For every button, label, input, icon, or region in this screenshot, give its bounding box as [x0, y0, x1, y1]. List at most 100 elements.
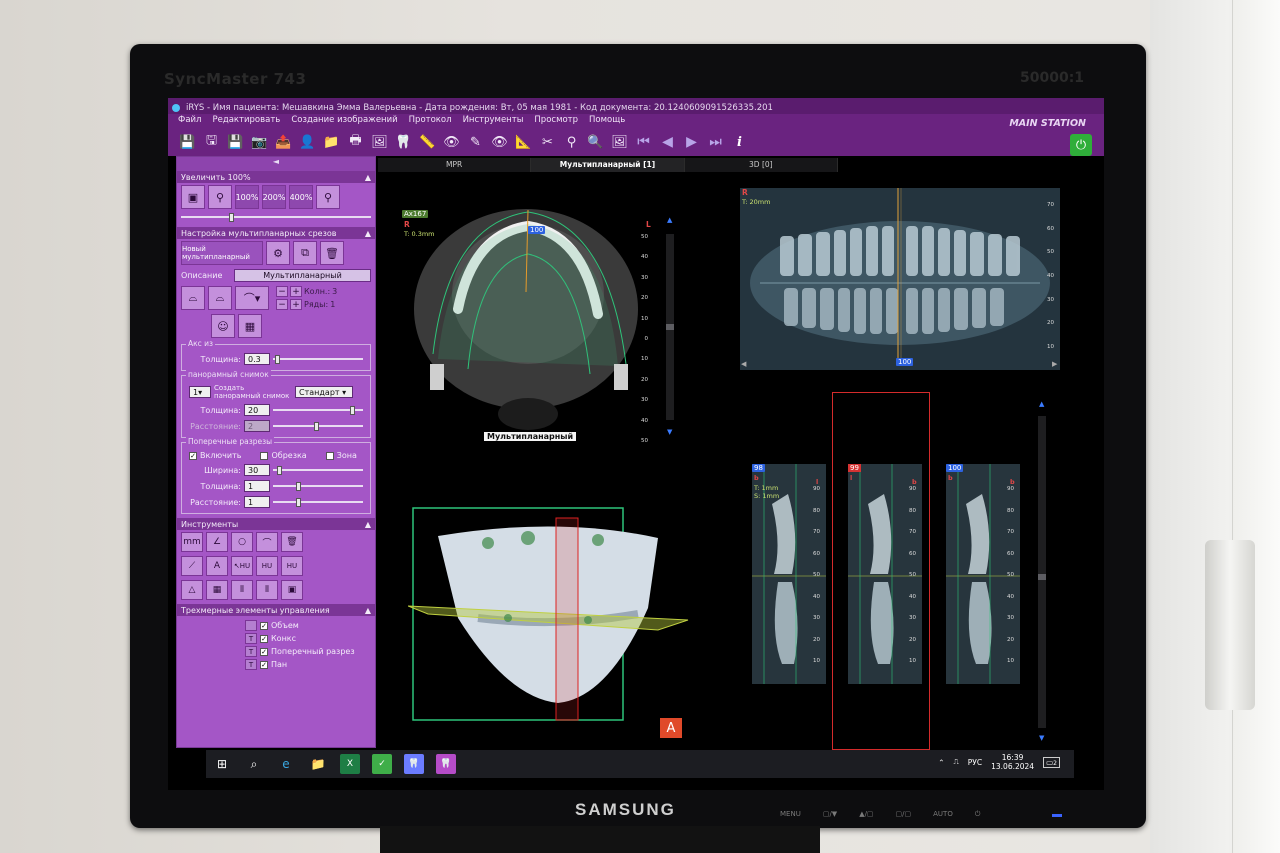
camera-icon[interactable]: 📷: [250, 133, 269, 152]
cols-minus-button[interactable]: −: [276, 286, 288, 297]
rows-minus-button[interactable]: −: [276, 299, 288, 310]
excel-icon[interactable]: X: [340, 754, 360, 774]
patient-icon[interactable]: 👤: [298, 133, 317, 152]
panorama-scroll-right-icon[interactable]: ▶: [1052, 360, 1057, 368]
zoom-200-button[interactable]: 200%: [262, 185, 286, 209]
threed-text-toggle[interactable]: T: [245, 659, 257, 670]
delete-tool-icon[interactable]: 🗑: [281, 532, 303, 552]
monitor-button-4[interactable]: ▢/▢: [896, 810, 912, 819]
text-tool-icon[interactable]: A: [206, 556, 228, 576]
threed-checkbox[interactable]: ✓: [260, 660, 268, 669]
cross-width-field[interactable]: 30: [244, 464, 270, 476]
hu-pointer-icon[interactable]: ↖HU: [231, 556, 253, 576]
panorama-distance-slider[interactable]: [273, 422, 363, 431]
angle-tool-icon[interactable]: ∠: [206, 532, 228, 552]
power-icon[interactable]: ⏻: [1070, 134, 1092, 156]
eye-icon[interactable]: 👁: [442, 133, 461, 152]
edge-icon[interactable]: e: [276, 754, 296, 774]
export-icon[interactable]: 📤: [274, 133, 293, 152]
nerve-tool-icon[interactable]: ▣: [281, 580, 303, 600]
hu-area-icon[interactable]: HU: [281, 556, 303, 576]
screenshot-icon[interactable]: 🖼: [610, 133, 629, 152]
monitor-button-2[interactable]: ▢/▼: [823, 810, 837, 819]
monitor-button-menu[interactable]: MENU: [780, 810, 801, 819]
panorama-mode-select[interactable]: Стандарт ▾: [295, 386, 353, 398]
grid-layout-icon[interactable]: ▦: [238, 314, 262, 338]
monitor-power-button[interactable]: ⏻: [975, 810, 981, 819]
monitor-button-auto[interactable]: AUTO: [933, 810, 953, 819]
zoom-slider[interactable]: [181, 213, 371, 222]
tab-3d[interactable]: 3D [0]: [685, 158, 838, 172]
length-tool-icon[interactable]: mm: [181, 532, 203, 552]
start-icon[interactable]: ⊞: [212, 754, 232, 774]
new-mpr-button[interactable]: Новый мультипланарный: [181, 241, 263, 265]
copy-icon[interactable]: ⧉: [293, 241, 317, 265]
save-icon[interactable]: 💾: [178, 133, 197, 152]
zoom-slider-thumb[interactable]: [228, 213, 234, 222]
zoom-100-button[interactable]: 100%: [235, 185, 259, 209]
orientation-cube-icon[interactable]: A: [660, 718, 682, 738]
tooth-icon[interactable]: 🦷: [394, 133, 413, 152]
trash-icon[interactable]: 🗑: [320, 241, 344, 265]
gear-icon[interactable]: ⚙: [266, 241, 290, 265]
image-icon[interactable]: 🖼: [370, 133, 389, 152]
menu-view[interactable]: Просмотр: [534, 115, 578, 128]
network-icon[interactable]: ⎍: [954, 757, 959, 767]
circle-tool-icon[interactable]: ○: [231, 532, 253, 552]
magnifier-icon[interactable]: ⚲: [208, 185, 232, 209]
axis-thickness-slider[interactable]: [273, 355, 363, 364]
implant-list-2-icon[interactable]: ⫴: [256, 580, 278, 600]
cross-enable-checkbox[interactable]: ✓: [189, 451, 197, 460]
tab-multiplanar[interactable]: Мультипланарный [1]: [531, 158, 685, 172]
menu-edit[interactable]: Редактировать: [212, 115, 280, 128]
cross-scroll-up-icon[interactable]: ▲: [1039, 400, 1044, 408]
axis-thickness-thumb[interactable]: [274, 355, 280, 364]
search-icon[interactable]: ⌕: [244, 754, 264, 774]
panorama-thickness-field[interactable]: 20: [244, 404, 270, 416]
curve-tool-icon[interactable]: ⌒: [256, 532, 278, 552]
arch-alt-icon[interactable]: ⌓: [208, 286, 232, 310]
threed-section-head[interactable]: Трехмерные элементы управления ▲: [177, 604, 375, 616]
scissors-icon[interactable]: ✂: [538, 133, 557, 152]
axial-scroll-up-icon[interactable]: ▲: [667, 216, 672, 224]
mpr-section-head[interactable]: Настройка мультипланарных срезов ▲: [177, 227, 375, 239]
volume-3d-viewport[interactable]: A: [408, 498, 698, 738]
panorama-distance-thumb[interactable]: [313, 422, 319, 431]
arch-icon[interactable]: ⌓: [181, 286, 205, 310]
irys-viewer-icon[interactable]: 🦷: [436, 754, 456, 774]
zoom-section-head[interactable]: Увеличить 100% ▲: [177, 171, 375, 183]
measure-icon[interactable]: 📏: [418, 133, 437, 152]
threed-checkbox[interactable]: ✓: [260, 647, 268, 656]
description-value[interactable]: Мультипланарный: [234, 269, 371, 282]
threed-checkbox[interactable]: ✓: [260, 621, 268, 630]
first-frame-icon[interactable]: ⏮: [634, 133, 653, 152]
cross-zone-checkbox[interactable]: [325, 451, 334, 460]
triangle-tool-icon[interactable]: △: [181, 580, 203, 600]
panorama-distance-field[interactable]: 2: [244, 420, 270, 432]
panorama-scroll-left-icon[interactable]: ◀: [741, 360, 746, 368]
collapse-panel-button[interactable]: ◄: [177, 157, 375, 171]
folder-icon[interactable]: 📁: [322, 133, 341, 152]
axis-thickness-field[interactable]: 0.3: [244, 353, 270, 365]
menu-protocol[interactable]: Протокол: [409, 115, 452, 128]
panorama-count-select[interactable]: 1 ▾: [189, 386, 211, 398]
cross-width-thumb[interactable]: [276, 466, 282, 475]
hu-profile-icon[interactable]: HU: [256, 556, 278, 576]
cross-thickness-slider[interactable]: [273, 482, 363, 491]
cross-distance-field[interactable]: 1: [244, 496, 270, 508]
cross-thickness-field[interactable]: 1: [244, 480, 270, 492]
axial-viewport[interactable]: Ax167 R T: 0.3mm 100 L 50 40 30 20 10 0 10 20 30…: [378, 174, 678, 474]
magnify-tool-icon[interactable]: 🔍: [586, 133, 605, 152]
language-indicator[interactable]: РУС: [968, 758, 982, 767]
threed-checkbox[interactable]: ✓: [260, 634, 268, 643]
curve-icon[interactable]: ⌒▾: [235, 286, 269, 310]
line-tool-icon[interactable]: ⟋: [181, 556, 203, 576]
fit-icon[interactable]: ▣: [181, 185, 205, 209]
save-disk-icon[interactable]: 💾: [226, 133, 245, 152]
menu-help[interactable]: Помощь: [589, 115, 625, 128]
zoom-400-button[interactable]: 400%: [289, 185, 313, 209]
implant-list-icon[interactable]: ⫴: [231, 580, 253, 600]
prev-frame-icon[interactable]: ◀: [658, 133, 677, 152]
menu-file[interactable]: Файл: [178, 115, 201, 128]
ruler-icon[interactable]: 📐: [514, 133, 533, 152]
